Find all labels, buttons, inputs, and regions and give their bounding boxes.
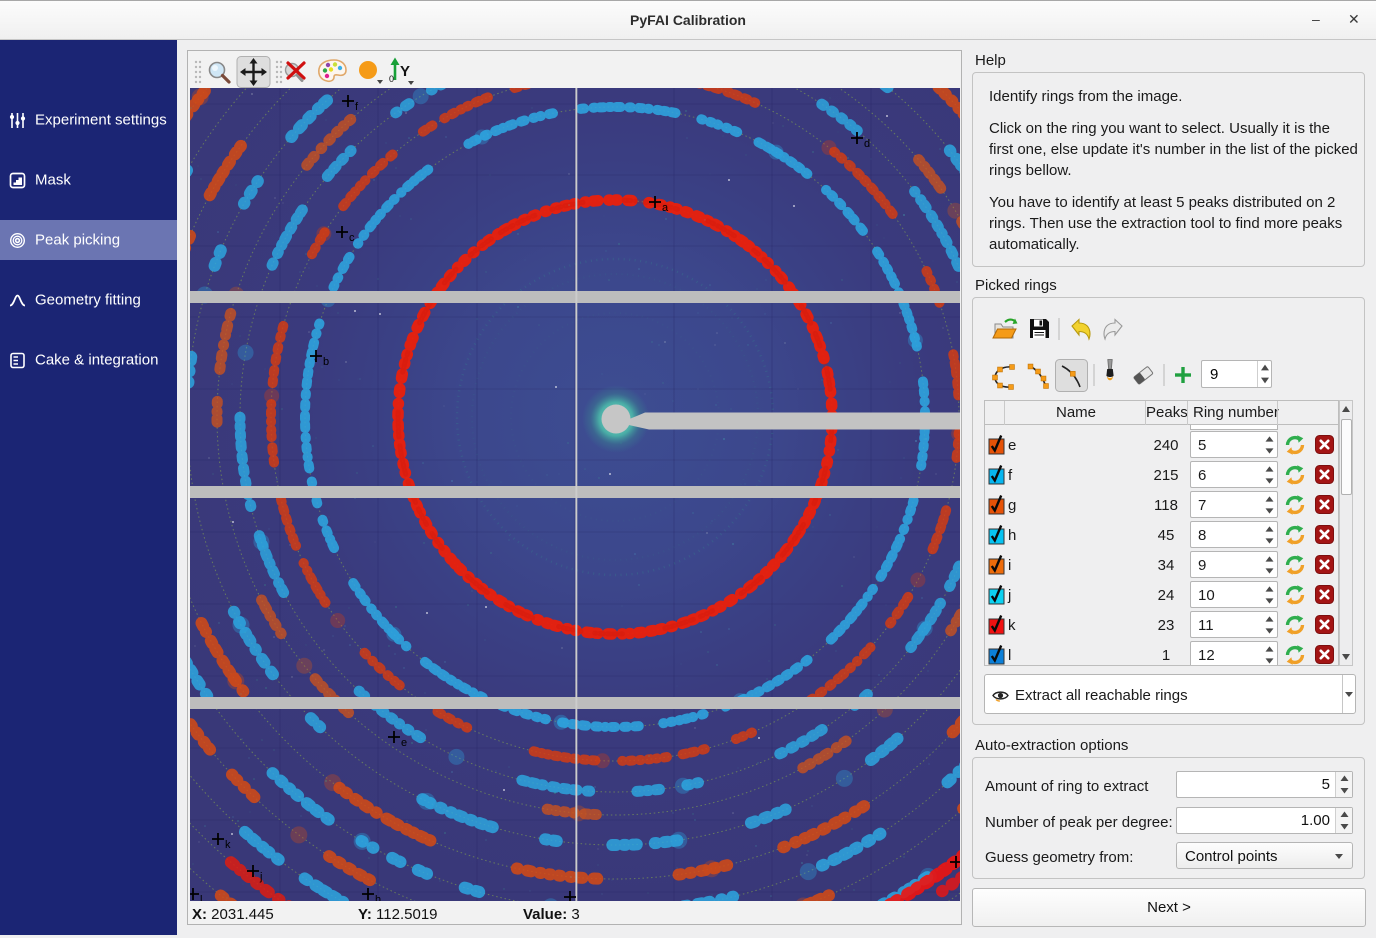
svg-text:h: h: [375, 894, 381, 901]
svg-text:d: d: [864, 138, 870, 150]
svg-text:b: b: [323, 356, 329, 368]
svg-text:a: a: [662, 202, 669, 214]
svg-text:e: e: [401, 737, 407, 749]
svg-text:l: l: [200, 894, 202, 901]
svg-text:j: j: [259, 871, 262, 883]
svg-text:k: k: [225, 839, 231, 851]
svg-text:c: c: [349, 232, 355, 244]
svg-text:0: 0: [389, 74, 394, 84]
svg-text:Y: Y: [400, 63, 410, 80]
